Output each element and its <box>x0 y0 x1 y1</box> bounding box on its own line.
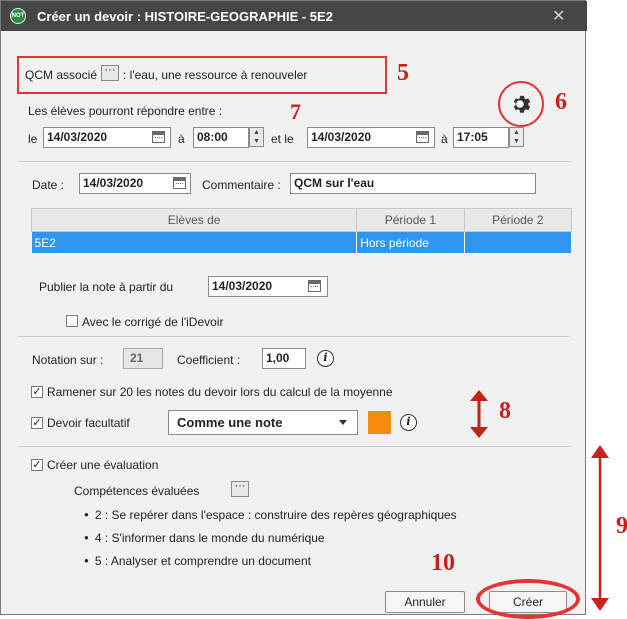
notation-field: 21 <box>123 348 163 369</box>
facultatif-label: Devoir facultatif <box>47 416 130 430</box>
students-table: Elèves de Période 1 Période 2 5E2 Hors p… <box>30 208 573 253</box>
competence-item: ● 5 : Analyser et comprendre un document <box>84 554 311 568</box>
a-label-2: à <box>441 132 448 146</box>
comment-label: Commentaire : <box>202 178 281 192</box>
annotation-8: 8 <box>499 398 511 424</box>
column-header-eleves[interactable]: Elèves de <box>30 208 358 232</box>
end-date-calendar-icon[interactable] <box>416 131 429 143</box>
end-time-field[interactable]: 17:05 <box>453 127 509 148</box>
competences-label: Compétences évaluées <box>74 484 200 498</box>
coefficient-field[interactable]: 1,00 <box>262 348 306 369</box>
gear-icon[interactable] <box>508 92 532 116</box>
comment-field[interactable]: QCM sur l'eau <box>290 173 536 194</box>
date-calendar-icon[interactable] <box>173 177 186 189</box>
table-header-row: Elèves de Période 1 Période 2 <box>30 208 573 232</box>
annotation-7: 7 <box>290 99 301 124</box>
annotation-9-arrow <box>588 444 612 612</box>
end-time-stepper[interactable]: ▲ ▼ <box>509 127 524 147</box>
cancel-button[interactable]: Annuler <box>385 591 465 613</box>
column-header-periode-1[interactable]: Période 1 <box>356 208 465 232</box>
dialog-title: Créer un devoir : HISTOIRE-GEOGRAPHIE - … <box>37 9 333 24</box>
annotation-6: 6 <box>555 89 567 115</box>
app-logo-icon: NOT <box>10 8 26 24</box>
annotation-9: 9 <box>616 513 627 539</box>
table-cell-periode-1: Hors période <box>356 231 465 253</box>
ramener-checkbox[interactable]: ✓ <box>31 386 43 398</box>
table-cell-periode-2 <box>464 231 573 253</box>
ramener-label: Ramener sur 20 les notes du devoir lors … <box>47 385 393 399</box>
notation-info-icon[interactable]: i <box>317 350 334 367</box>
qcm-select-button[interactable]: ··· <box>101 65 119 81</box>
competence-item-text: 2 : Se repérer dans l'espace : construir… <box>94 508 457 522</box>
competences-select-button[interactable]: ··· <box>231 481 249 497</box>
response-window-label: Les élèves pourront répondre entre : <box>28 104 223 118</box>
start-date-calendar-icon[interactable] <box>152 131 165 143</box>
notation-label: Notation sur : <box>32 353 104 367</box>
facultatif-select-value: Comme une note <box>177 415 283 430</box>
publish-label: Publier la note à partir du <box>39 280 174 294</box>
a-label-1: à <box>178 132 185 146</box>
column-header-periode-2[interactable]: Période 2 <box>463 208 573 232</box>
divider <box>18 336 570 337</box>
corrige-checkbox[interactable] <box>66 315 78 327</box>
le-label: le <box>28 132 38 146</box>
facultatif-checkbox[interactable]: ✓ <box>31 417 43 429</box>
annotation-8-arrow <box>467 389 491 439</box>
qcm-label: QCM associé <box>25 68 98 82</box>
publish-calendar-icon[interactable] <box>308 280 321 292</box>
corrige-label: Avec le corrigé de l'iDevoir <box>82 315 224 329</box>
qcm-value: : l'eau, une ressource à renouveler <box>123 68 308 82</box>
competence-item: ● 2 : Se repérer dans l'espace : construi… <box>84 508 457 522</box>
bullet-icon: ● <box>84 556 89 565</box>
annotation-10-ellipse <box>476 579 580 619</box>
chevron-down-icon <box>339 420 347 425</box>
dialog-window: NOT Créer un devoir : HISTOIRE-GEOGRAPHI… <box>0 0 587 619</box>
date-label: Date : <box>32 178 65 192</box>
divider <box>18 161 570 162</box>
competence-item-text: 5 : Analyser et comprendre un document <box>94 554 311 568</box>
coefficient-label: Coefficient : <box>177 353 241 367</box>
start-time-stepper[interactable]: ▲ ▼ <box>249 127 264 147</box>
start-time-field[interactable]: 08:00 <box>193 127 249 148</box>
competence-item-text: 4 : S'informer dans le monde du numériqu… <box>94 531 325 545</box>
evaluation-label: Créer une évaluation <box>47 458 159 472</box>
bullet-icon: ● <box>84 533 89 542</box>
evaluation-checkbox[interactable]: ✓ <box>31 459 43 471</box>
facultatif-info-icon[interactable]: i <box>400 414 417 431</box>
color-swatch[interactable] <box>368 411 391 434</box>
title-bar: NOT Créer un devoir : HISTOIRE-GEOGRAPHI… <box>1 1 587 31</box>
annotation-5: 5 <box>397 60 409 86</box>
annotation-10: 10 <box>431 550 455 576</box>
et-le-label: et le <box>271 132 294 146</box>
table-row[interactable]: 5E2 Hors période <box>31 231 573 253</box>
facultatif-select[interactable]: Comme une note <box>168 410 358 435</box>
table-cell-class: 5E2 <box>31 231 358 253</box>
bullet-icon: ● <box>84 510 89 519</box>
divider <box>18 446 570 447</box>
close-icon[interactable]: ✕ <box>552 6 565 26</box>
competence-item: ● 4 : S'informer dans le monde du numériq… <box>84 531 325 545</box>
